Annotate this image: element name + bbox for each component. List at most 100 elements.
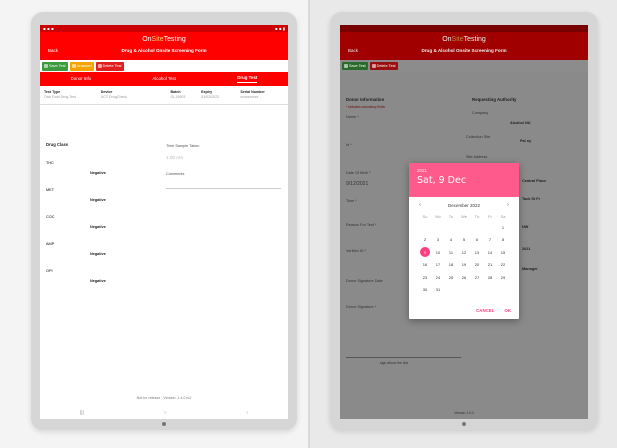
ok-button[interactable]: OK [504,308,511,313]
calendar-day-selected[interactable]: 9 [419,246,432,259]
date-picker-header: 2021 Sat, 9 Dec [409,163,519,197]
calendar-day[interactable]: 19 [458,259,471,272]
dob-input[interactable]: 9/12/2021 [346,181,368,187]
app-header: OnSiteTesting Back Drug & Alcohol Onsite… [40,32,288,60]
calendar-day[interactable]: 20 [471,259,484,272]
calendar-day[interactable]: 13 [471,246,484,259]
selected-date-label: Sat, 9 Dec [417,175,467,186]
calendar-day[interactable]: 22 [497,259,510,272]
calendar-day[interactable]: 8 [497,234,510,247]
year-label[interactable]: 2021 [417,168,511,173]
code-value[interactable]: 2021 [522,247,530,251]
manager-value[interactable]: Manager [522,267,538,271]
tablet-left: ▪ ▪ ▪ ▪ ▪ ▮ OnSiteTesting Back Drug & Alc… [31,12,297,430]
save-test-button[interactable]: Save Test [342,62,368,70]
calendar-day[interactable]: 5 [458,234,471,247]
delete-test-button[interactable]: Delete Test [369,62,398,70]
delete-test-button[interactable]: Delete Test [95,61,124,71]
address-line[interactable]: Tack St Fr [522,197,540,201]
weekday-label: Fr [488,214,492,219]
calendar-day[interactable]: 23 [419,271,432,284]
calendar-day[interactable]: 29 [497,271,510,284]
mandatory-note: * indicates mandatory fields [346,105,385,109]
calendar-day[interactable]: 18 [445,259,458,272]
donor-signature-label: Donor Signature * [346,305,377,309]
calendar-day[interactable]: 3 [432,234,445,247]
company-value[interactable]: Alcohol NU [510,121,530,125]
calendar-day[interactable]: 31 [432,284,445,297]
home-icon[interactable]: ○ [164,410,167,416]
calendar-day[interactable]: 10 [432,246,445,259]
id-label: Id * [346,143,352,147]
comments-input[interactable] [166,188,281,189]
name-label: Name * [346,115,359,119]
tab-alcohol-test[interactable]: Alcohol Test [152,76,176,83]
status-bar: ▪ ▪ ▪ ▪ ▪ ▮ [40,25,288,32]
calendar-day[interactable]: 16 [419,259,432,272]
calendar-day[interactable]: 4 [445,234,458,247]
address-line[interactable]: Central Place [522,179,546,183]
month-label: December 2022 [447,202,481,208]
time-label: Time * [346,199,357,203]
calendar-day[interactable]: 26 [458,271,471,284]
reason-label: Reason For Test * [346,223,377,227]
calendar-blank [458,221,471,234]
drug-result[interactable]: Negative [90,279,106,283]
signature-line[interactable] [346,357,461,358]
trash-icon [371,64,376,68]
calendar-day[interactable]: 2 [419,234,432,247]
calendar-blank [445,221,458,234]
nw-value[interactable]: NW [522,225,528,229]
requesting-authority-heading: Requesting Authority [472,97,517,102]
site-address-label: Site Address [466,155,488,159]
tab-bar: Donor Info Alcohol Test Drug Test [40,72,288,86]
save-test-button[interactable]: Save Test [42,61,68,71]
chevron-left-icon[interactable]: ‹ [419,202,421,208]
time-sample-input[interactable]: 1:00 AM [166,155,183,160]
calendar-day[interactable]: 11 [445,246,458,259]
drug-result[interactable]: Negative [90,171,106,175]
calendar-day[interactable]: 21 [484,259,497,272]
collection-site-value[interactable]: Pai ny [520,139,531,143]
brand-logo: OnSiteTesting [142,36,186,43]
verified-id-label: Verified ID * [346,249,367,253]
app-header: OnSiteTesting Back Drug & Alcohol Onsite… [340,32,588,60]
drug-name: COC [46,215,55,219]
form-title: Drug & Alcohol Onsite Screening Form [421,48,507,53]
calendar-day[interactable]: 7 [484,234,497,247]
save-icon [344,64,348,68]
tablet-right: OnSiteTesting Back Drug & Alcohol Onsite… [330,12,598,430]
cancel-button[interactable]: CANCEL [476,308,494,313]
calendar-day[interactable]: 24 [432,271,445,284]
weekday-label: We [461,214,467,219]
drug-result[interactable]: Negative [90,198,106,202]
drug-name: AMP [46,242,55,246]
calendar-day[interactable]: 17 [432,259,445,272]
save-icon [44,64,48,68]
calendar-day[interactable]: 28 [484,271,497,284]
weekday-label: Tu [448,214,454,219]
test-info-row: Test Type Oral Fluid Drug Test Device UCT … [44,90,265,99]
calendar-day[interactable]: 12 [458,246,471,259]
back-icon[interactable]: ‹ [246,410,248,416]
brand-logo: OnSiteTesting [442,36,486,43]
weekday-label: Sa [500,214,506,219]
calendar-day[interactable]: 25 [445,271,458,284]
calendar-day[interactable]: 14 [484,246,497,259]
drug-result[interactable]: Negative [90,252,106,256]
recent-apps-icon[interactable]: ||| [80,410,84,416]
chevron-right-icon[interactable]: › [507,202,509,208]
tab-donor-info[interactable]: Donor Info [71,76,92,83]
tab-drug-test[interactable]: Drug Test [237,75,258,83]
calendar-day[interactable]: 27 [471,271,484,284]
version-footer: Version 1.5.0 [454,411,474,415]
weekday-label: Su [422,214,428,219]
drug-result[interactable]: Negative [90,225,106,229]
calendar-day[interactable]: 15 [497,246,510,259]
calendar-day[interactable]: 6 [471,234,484,247]
calendar-day[interactable]: 30 [419,284,432,297]
calendar-blank [471,221,484,234]
unsaved-button[interactable]: Unsaved [69,61,94,71]
calendar-day[interactable]: 1 [497,221,510,234]
screen-donor-info: OnSiteTesting Back Drug & Alcohol Onsite… [340,25,588,419]
